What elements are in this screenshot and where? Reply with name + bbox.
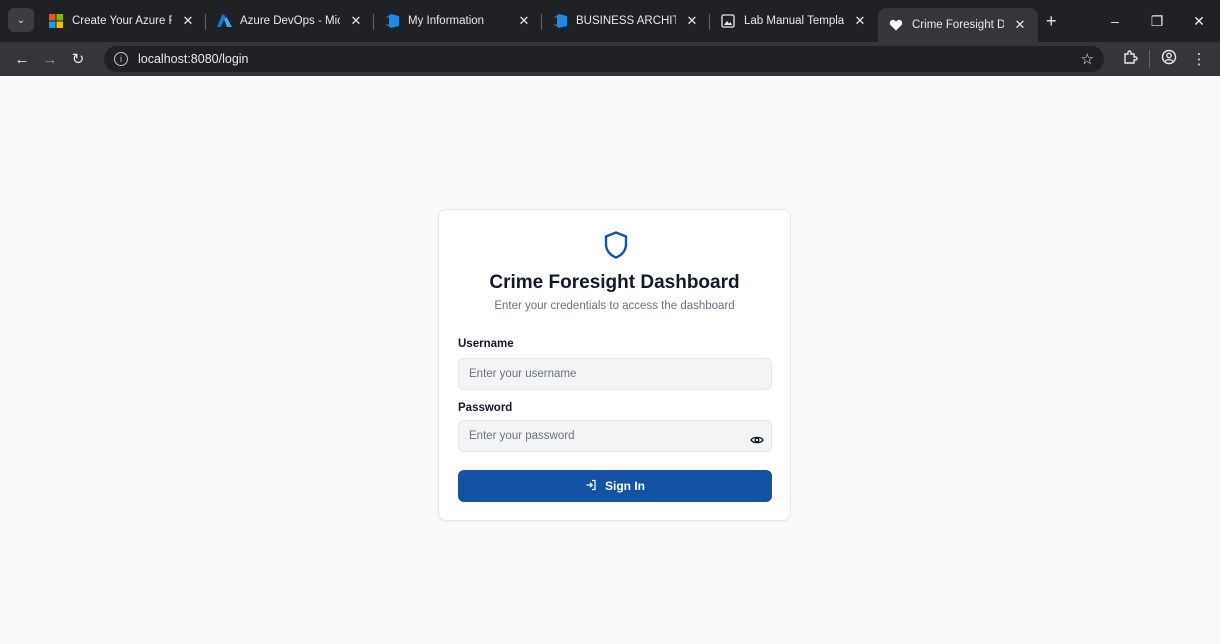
eye-icon <box>750 436 764 444</box>
profile-button[interactable] <box>1154 45 1184 73</box>
azure-devops-icon <box>384 13 400 29</box>
profile-icon <box>1161 49 1177 69</box>
tab-search-button[interactable]: ⌄ <box>8 8 34 32</box>
heart-icon <box>888 17 904 33</box>
arrow-right-icon: → <box>42 50 58 68</box>
tab-title: Lab Manual Template <box>744 15 844 27</box>
back-button[interactable]: ← <box>8 45 36 73</box>
azure-logo-icon <box>216 13 232 29</box>
chevron-down-icon: ⌄ <box>16 14 26 26</box>
close-icon[interactable]: ✕ <box>684 13 700 29</box>
close-window-button[interactable]: ✕ <box>1178 0 1220 42</box>
minimize-button[interactable]: – <box>1094 0 1136 42</box>
password-label: Password <box>458 402 513 414</box>
forward-button[interactable]: → <box>36 45 64 73</box>
toggle-password-visibility-button[interactable] <box>747 432 767 448</box>
site-info-icon[interactable]: i <box>114 52 128 66</box>
browser-tab[interactable]: Lab Manual Template ✕ <box>710 0 878 42</box>
extensions-button[interactable] <box>1115 45 1145 73</box>
close-icon[interactable]: ✕ <box>180 13 196 29</box>
browser-menu-button[interactable]: ⋮ <box>1184 45 1214 73</box>
puzzle-icon <box>1122 49 1138 69</box>
window-controls: – ❐ ✕ <box>1094 0 1220 42</box>
restore-button[interactable]: ❐ <box>1136 0 1178 42</box>
login-card: Crime Foresight Dashboard Enter your cre… <box>438 209 791 521</box>
microsoft-logo-icon <box>48 13 64 29</box>
shield-icon <box>604 231 628 259</box>
address-url[interactable]: localhost:8080/login <box>138 52 249 66</box>
browser-tab[interactable]: Create Your Azure Free Ac ✕ <box>38 0 206 42</box>
close-icon[interactable]: ✕ <box>1012 17 1028 33</box>
tab-title: My Information <box>408 15 485 27</box>
new-tab-button[interactable]: + <box>1038 0 1065 42</box>
close-icon[interactable]: ✕ <box>516 13 532 29</box>
reload-button[interactable]: ↻ <box>64 45 92 73</box>
close-icon[interactable]: ✕ <box>852 13 868 29</box>
tab-list: Create Your Azure Free Ac ✕ Azure DevOps… <box>38 0 1065 42</box>
tab-title: Crime Foresight Dashboar <box>912 19 1004 31</box>
browser-tab[interactable]: My Information ✕ <box>374 0 542 42</box>
kebab-menu-icon: ⋮ <box>1191 51 1207 68</box>
sign-in-label: Sign In <box>605 479 645 493</box>
page-subtitle: Enter your credentials to access the das… <box>494 300 735 312</box>
browser-tab[interactable]: BUSINESS ARCHITECTURE ✕ <box>542 0 710 42</box>
tab-title: BUSINESS ARCHITECTURE <box>576 15 676 27</box>
username-label: Username <box>458 338 514 350</box>
address-bar[interactable]: i localhost:8080/login ☆ <box>104 46 1104 72</box>
browser-tab-active[interactable]: Crime Foresight Dashboar ✕ <box>878 8 1038 42</box>
tab-title: Azure DevOps - Microsoft <box>240 15 340 27</box>
toolbar-actions: ⋮ <box>1115 42 1220 76</box>
azure-devops-icon <box>552 13 568 29</box>
page-title: Crime Foresight Dashboard <box>489 272 740 293</box>
browser-tab-strip: ⌄ Create Your Azure Free Ac ✕ Azure DevO… <box>0 0 1220 42</box>
browser-tab[interactable]: Azure DevOps - Microsoft ✕ <box>206 0 374 42</box>
restore-icon: ❐ <box>1150 12 1164 29</box>
username-input[interactable] <box>458 358 772 390</box>
tab-title: Create Your Azure Free Ac <box>72 15 172 27</box>
reload-icon: ↻ <box>71 51 85 68</box>
browser-toolbar: ← → ↻ i localhost:8080/login ☆ ⋮ <box>0 42 1220 76</box>
page-body: Crime Foresight Dashboard Enter your cre… <box>0 76 1220 644</box>
image-icon <box>720 13 736 29</box>
plus-icon: + <box>1046 10 1057 31</box>
bookmark-star-icon[interactable]: ☆ <box>1081 50 1094 68</box>
close-icon: ✕ <box>1193 12 1205 29</box>
close-icon[interactable]: ✕ <box>348 13 364 29</box>
arrow-left-icon: ← <box>14 50 30 68</box>
password-input[interactable] <box>458 420 772 452</box>
sign-in-icon <box>585 479 597 494</box>
minimize-icon: – <box>1111 13 1119 29</box>
sign-in-button[interactable]: Sign In <box>458 470 772 502</box>
toolbar-divider <box>1149 50 1150 68</box>
